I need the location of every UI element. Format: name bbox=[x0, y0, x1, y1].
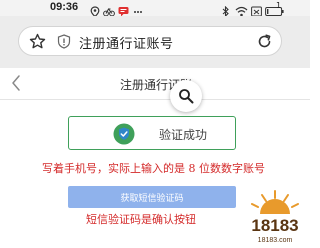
refresh-icon[interactable] bbox=[256, 33, 273, 54]
status-time: 09:36 bbox=[50, 1, 79, 13]
verify-success-label: 验证成功 bbox=[159, 128, 208, 142]
annotation-account-note: 写着手机号，实际上输入的是 8 位数数字账号 bbox=[42, 162, 265, 175]
page-header: 注册通行证账 bbox=[0, 68, 310, 100]
star-icon[interactable] bbox=[29, 33, 46, 54]
zoom-button[interactable] bbox=[170, 80, 202, 112]
shield-check-icon bbox=[113, 123, 135, 149]
security-shield-icon[interactable] bbox=[57, 34, 71, 53]
get-sms-code-label: 获取短信验证码 bbox=[120, 194, 184, 204]
status-bar: 09:36 1 bbox=[0, 0, 310, 18]
back-arrow-icon[interactable] bbox=[10, 74, 22, 96]
logo-subtext: 18183.com bbox=[258, 237, 293, 244]
magnifier-icon bbox=[179, 89, 194, 104]
site-logo: 18183 18183.com bbox=[242, 188, 308, 246]
get-sms-code-button[interactable]: 获取短信验证码 bbox=[68, 186, 236, 208]
address-text[interactable]: 注册通行证账号 bbox=[79, 33, 174, 52]
address-bar[interactable]: 注册通行证账号 bbox=[18, 26, 282, 56]
logo-text: 18183 bbox=[251, 216, 298, 235]
battery-level: 1 bbox=[276, 1, 282, 10]
verify-success-box: 验证成功 bbox=[68, 116, 236, 150]
browser-toolbar: 注册通行证账号 bbox=[0, 16, 310, 68]
annotation-sms-note: 短信验证码是确认按钮 bbox=[86, 213, 196, 226]
